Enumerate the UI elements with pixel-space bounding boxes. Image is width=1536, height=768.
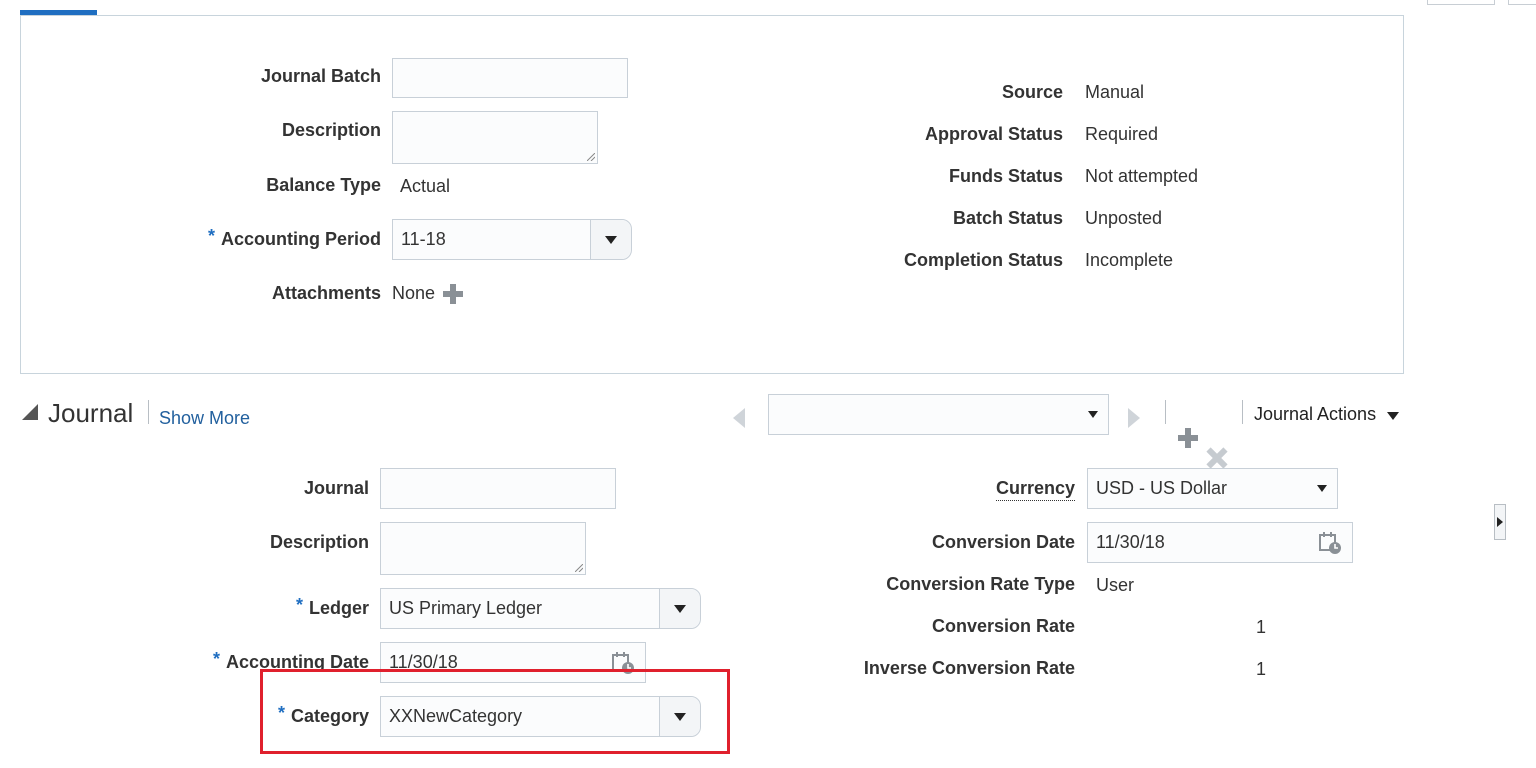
collapse-triangle-icon[interactable] xyxy=(22,404,38,420)
add-journal-icon[interactable] xyxy=(1178,428,1198,448)
required-marker: * xyxy=(212,649,220,669)
inverse-conversion-rate-label: Inverse Conversion Rate xyxy=(863,658,1075,678)
toolbar-button-fragment-2[interactable] xyxy=(1508,0,1536,5)
journal-description-textarea[interactable] xyxy=(380,522,586,575)
source-value: Manual xyxy=(1085,82,1145,102)
conversion-rate-type-label: Conversion Rate Type xyxy=(886,574,1075,594)
journal-actions-label: Journal Actions xyxy=(1254,404,1377,424)
category-highlight-box xyxy=(260,669,730,754)
balance-type-value: Actual xyxy=(400,176,451,196)
currency-value: USD - US Dollar xyxy=(1096,478,1228,498)
journal-selector[interactable] xyxy=(768,394,1109,435)
journal-section-title: Journal xyxy=(48,398,134,428)
previous-icon[interactable] xyxy=(733,408,745,428)
approval-status-label: Approval Status xyxy=(924,124,1063,144)
accounting-period-value: 11-18 xyxy=(401,229,446,249)
funds-status-value: Not attempted xyxy=(1085,166,1199,186)
journal-name-label: Journal xyxy=(303,478,369,498)
completion-status-label: Completion Status xyxy=(903,250,1063,270)
ledger-label-wrap: * Ledger xyxy=(200,595,369,619)
journal-actions-menu[interactable]: Journal Actions xyxy=(1254,404,1376,425)
dropdown-icon xyxy=(1088,411,1098,418)
currency-label-wrap: Currency xyxy=(900,478,1075,501)
title-separator xyxy=(148,400,149,424)
batch-status-value: Unposted xyxy=(1085,208,1163,228)
journal-name-input[interactable] xyxy=(380,468,616,509)
currency-select[interactable]: USD - US Dollar xyxy=(1087,468,1338,509)
conversion-date-input[interactable]: 11/30/18 xyxy=(1087,522,1353,563)
ledger-dropdown-button[interactable] xyxy=(659,589,700,628)
inverse-conversion-rate-value: 1 xyxy=(1255,659,1266,679)
conversion-rate-type-value: User xyxy=(1096,575,1135,595)
conversion-date-value: 11/30/18 xyxy=(1096,532,1165,552)
add-attachment-icon[interactable] xyxy=(443,284,463,304)
ledger-value: US Primary Ledger xyxy=(389,598,543,618)
conversion-rate-value: 1 xyxy=(1255,617,1266,637)
accounting-period-label: Accounting Period xyxy=(220,229,381,249)
required-marker: * xyxy=(207,226,215,246)
currency-label[interactable]: Currency xyxy=(995,478,1075,501)
batch-status-label: Batch Status xyxy=(952,208,1063,228)
approval-status-value: Required xyxy=(1085,124,1159,144)
toolbar-separator-2 xyxy=(1242,400,1243,424)
journal-batch-label: Journal Batch xyxy=(260,66,381,86)
conversion-rate-label: Conversion Rate xyxy=(931,616,1075,636)
batch-description-textarea[interactable] xyxy=(392,111,598,164)
side-panel-expand-button[interactable] xyxy=(1494,504,1506,540)
batch-description-label: Description xyxy=(281,120,381,140)
dropdown-icon xyxy=(674,604,686,613)
dropdown-icon xyxy=(1317,485,1327,492)
resize-grip-icon[interactable] xyxy=(587,153,595,161)
completion-status-value: Incomplete xyxy=(1085,250,1174,270)
conversion-date-label: Conversion Date xyxy=(931,532,1075,552)
required-marker: * xyxy=(295,595,303,615)
journal-batch-input[interactable] xyxy=(392,58,628,98)
accounting-period-select[interactable]: 11-18 xyxy=(392,219,632,260)
attachments-value: None xyxy=(392,283,436,303)
toolbar-button-fragment[interactable] xyxy=(1427,0,1495,5)
panel-expand-icon xyxy=(1497,517,1503,527)
journal-description-label: Description xyxy=(269,532,369,552)
funds-status-label: Funds Status xyxy=(948,166,1063,186)
balance-type-label: Balance Type xyxy=(266,175,381,195)
calendar-icon[interactable] xyxy=(1318,531,1342,555)
show-more-link[interactable]: Show More xyxy=(159,408,250,429)
dropdown-icon xyxy=(605,235,617,244)
remove-journal-icon[interactable] xyxy=(1207,448,1227,468)
source-label: Source xyxy=(1001,82,1063,102)
next-icon[interactable] xyxy=(1128,408,1140,428)
ledger-select[interactable]: US Primary Ledger xyxy=(380,588,701,629)
accounting-period-dropdown-button[interactable] xyxy=(590,220,631,259)
chevron-down-icon xyxy=(1387,412,1399,420)
accounting-period-label-wrap: * Accounting Period xyxy=(180,226,381,250)
toolbar-separator xyxy=(1165,400,1166,424)
resize-grip-icon[interactable] xyxy=(575,564,583,572)
attachments-label: Attachments xyxy=(271,283,381,303)
ledger-label: Ledger xyxy=(308,598,369,618)
